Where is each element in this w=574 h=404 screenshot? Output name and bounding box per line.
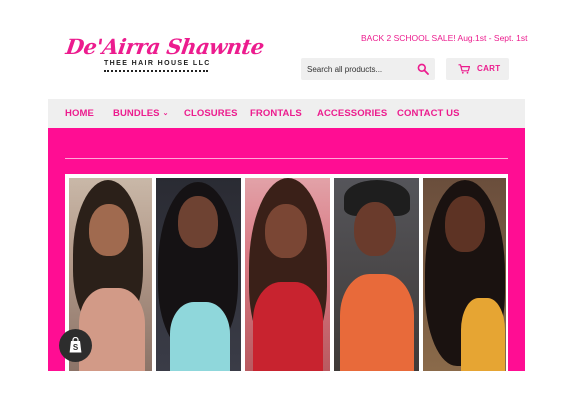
hero-banner [48,128,525,371]
nav-item-frontals[interactable]: FRONTALS [250,108,302,119]
logo-subtitle: THEE HAIR HOUSE LLC [104,60,211,67]
main-nav: HOME BUNDLES ⌄ CLOSURES FRONTALS ACCESSOR… [48,99,525,128]
logo-dotted-rule [104,70,208,72]
nav-item-bundles[interactable]: BUNDLES ⌄ [113,108,169,119]
nav-item-accessories[interactable]: ACCESSORIES [317,108,387,119]
shopify-bag-icon: S [69,337,82,353]
model-photo-2 [156,178,241,371]
chevron-down-icon: ⌄ [162,110,169,117]
photo-collage [65,174,508,371]
search-input[interactable] [307,58,411,80]
cart-label: CART [477,64,501,73]
model-photo-5 [423,178,506,371]
store-logo[interactable]: De'Airra Shawnte THEE HAIR HOUSE LLC [64,34,266,80]
model-photo-4 [334,178,419,371]
shopify-badge[interactable]: S [59,329,92,362]
search-bar[interactable] [301,58,435,80]
promo-banner-text: BACK 2 SCHOOL SALE! Aug.1st - Sept. 1st [361,33,528,43]
cart-icon [458,64,470,74]
logo-script-text: De'Airra Shawnte [64,34,266,59]
nav-item-contact-us[interactable]: CONTACT US [397,108,460,119]
svg-text:S: S [73,343,79,352]
nav-item-home[interactable]: HOME [65,108,94,119]
search-icon[interactable] [417,63,429,75]
nav-item-closures[interactable]: CLOSURES [184,108,238,119]
cart-button[interactable]: CART [446,58,509,80]
model-photo-3 [245,178,330,371]
hero-divider [65,158,508,159]
